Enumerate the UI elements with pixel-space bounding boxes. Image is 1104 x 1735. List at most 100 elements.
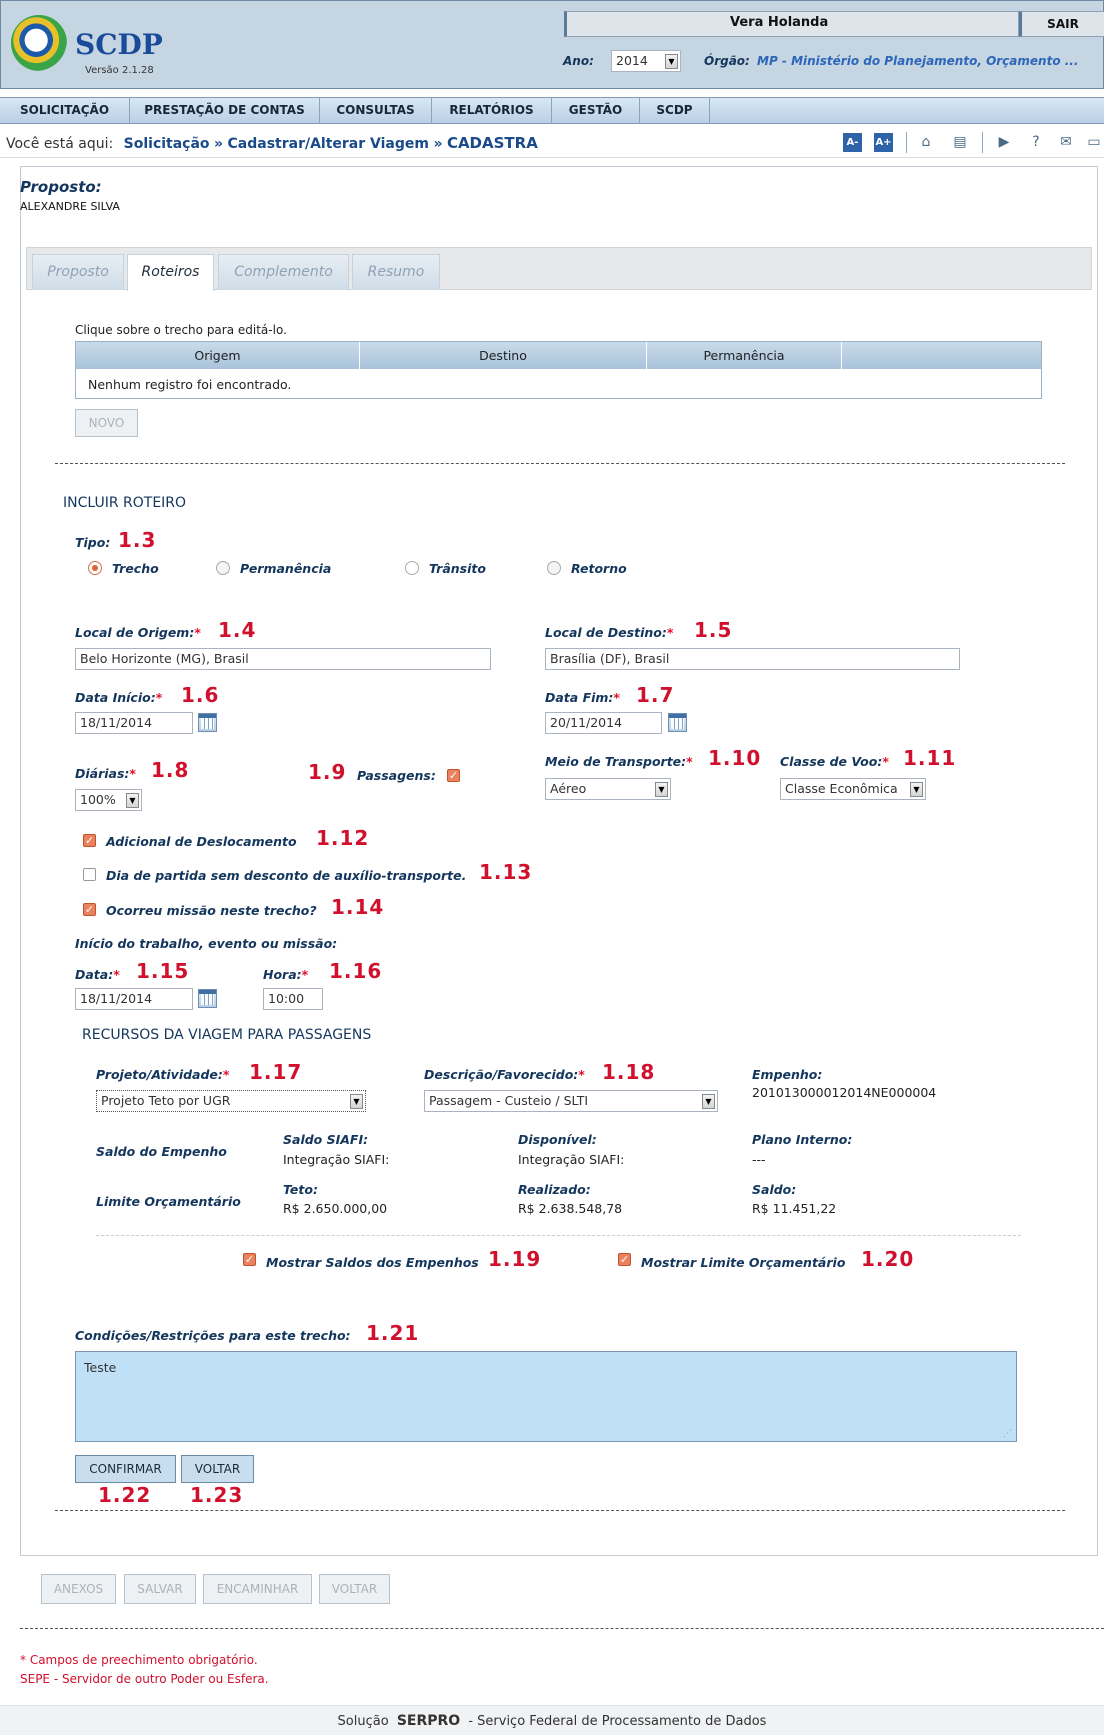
data-inicio-input[interactable]: 18/11/2014	[75, 712, 193, 734]
radio-permanencia[interactable]	[216, 561, 230, 575]
missao-label[interactable]: Ocorreu missão neste trecho?	[106, 903, 317, 918]
annotation-1-14: 1.14	[331, 895, 385, 919]
radio-transito-label[interactable]: Trânsito	[429, 561, 486, 576]
menu-prestacao-de-contas[interactable]: PRESTAÇÃO DE CONTAS	[130, 97, 320, 124]
data-input[interactable]: 18/11/2014	[75, 988, 193, 1010]
new-button[interactable]: NOVO	[75, 409, 138, 437]
diarias-select[interactable]: 100% ▼	[75, 789, 142, 811]
messages-icon[interactable]: ▤	[950, 133, 970, 152]
destino-input[interactable]: Brasília (DF), Brasil	[545, 648, 960, 670]
video-icon[interactable]: ▶	[994, 133, 1014, 152]
mostrar-limite-checkbox[interactable]: ✓	[618, 1253, 631, 1266]
orgao-link[interactable]: MP - Ministério do Planejamento, Orçamen…	[757, 54, 1078, 68]
meio-select[interactable]: Aéreo ▼	[545, 778, 671, 800]
classe-value: Classe Econômica	[785, 781, 898, 796]
encaminhar-button[interactable]: ENCAMINHAR	[203, 1574, 312, 1604]
classe-select[interactable]: Classe Econômica ▼	[780, 778, 926, 800]
home-icon[interactable]: ⌂	[916, 133, 936, 152]
mostrar-saldos-checkbox[interactable]: ✓	[243, 1253, 256, 1266]
condicoes-textarea[interactable]: Teste ⋰	[75, 1351, 1017, 1442]
breadcrumb-current: CADASTRA	[446, 134, 538, 152]
annotation-1-12: 1.12	[316, 826, 370, 850]
proposto-label: Proposto:	[20, 178, 102, 196]
breadcrumb-separator-icon: »	[433, 136, 443, 152]
adicional-checkbox[interactable]: ✓	[83, 834, 96, 847]
adicional-label[interactable]: Adicional de Deslocamento	[106, 834, 297, 849]
annotation-1-15: 1.15	[136, 959, 190, 983]
menu-gestao[interactable]: GESTÃO	[552, 97, 640, 124]
origem-input[interactable]: Belo Horizonte (MG), Brasil	[75, 648, 491, 670]
destino-label: Local de Destino:*	[545, 625, 673, 640]
annotation-1-11: 1.11	[903, 746, 957, 770]
radio-retorno[interactable]	[547, 561, 561, 575]
descricao-label-text: Descrição/Favorecido:	[424, 1067, 579, 1082]
footer-suffix: - Serviço Federal de Processamento de Da…	[468, 1714, 767, 1729]
annotation-1-5: 1.5	[694, 618, 733, 642]
toolbar-divider	[906, 132, 907, 153]
radio-trecho[interactable]	[88, 561, 102, 575]
projeto-select[interactable]: Projeto Teto por UGR ▼	[96, 1090, 366, 1112]
resize-handle-icon[interactable]: ⋰	[1003, 1429, 1012, 1439]
column-permanencia[interactable]: Permanência	[647, 342, 842, 369]
voltar-button[interactable]: VOLTAR	[319, 1574, 390, 1604]
tab-proposto[interactable]: Proposto	[32, 254, 124, 290]
font-increase-icon[interactable]: A+	[874, 133, 893, 152]
radio-retorno-label[interactable]: Retorno	[571, 561, 627, 576]
menu-consultas[interactable]: CONSULTAS	[320, 97, 432, 124]
passagens-checkbox[interactable]: ✓	[447, 769, 460, 782]
dia-partida-checkbox[interactable]	[83, 868, 96, 881]
version-text: Versão 2.1.28	[85, 65, 154, 76]
salvar-button[interactable]: SALVAR	[124, 1574, 196, 1604]
menu-solicitacao[interactable]: SOLICITAÇÃO	[0, 97, 130, 124]
calendar-icon[interactable]	[198, 713, 217, 732]
column-origem[interactable]: Origem	[76, 342, 360, 369]
diarias-value: 100%	[80, 792, 116, 807]
recursos-title: RECURSOS DA VIAGEM PARA PASSAGENS	[82, 1027, 372, 1043]
plano-label: Plano Interno:	[752, 1132, 853, 1147]
annotation-1-21: 1.21	[366, 1321, 420, 1345]
voltar-form-button[interactable]: VOLTAR	[181, 1455, 254, 1483]
required-mark: *	[666, 625, 674, 640]
data-fim-input[interactable]: 20/11/2014	[545, 712, 662, 734]
radio-permanencia-label[interactable]: Permanência	[240, 561, 331, 576]
mostrar-saldos-label[interactable]: Mostrar Saldos dos Empenhos	[266, 1255, 479, 1270]
radio-trecho-label[interactable]: Trecho	[112, 561, 159, 576]
mostrar-limite-label[interactable]: Mostrar Limite Orçamentário	[641, 1255, 845, 1270]
dia-partida-label[interactable]: Dia de partida sem desconto de auxílio-t…	[106, 868, 466, 883]
chat-icon[interactable]: ▭	[1084, 133, 1104, 152]
missao-checkbox[interactable]: ✓	[83, 903, 96, 916]
tab-resumo[interactable]: Resumo	[352, 254, 440, 290]
mail-icon[interactable]: ✉	[1056, 133, 1076, 152]
projeto-label-text: Projeto/Atividade:	[96, 1067, 223, 1082]
footer-prefix: Solução	[337, 1714, 389, 1729]
ano-select[interactable]: 2014 ▼	[611, 50, 681, 72]
descricao-select[interactable]: Passagem - Custeio / SLTI ▼	[424, 1090, 718, 1112]
radio-transito[interactable]	[405, 561, 419, 575]
logo[interactable]: SCDP Versão 2.1.28	[11, 13, 163, 78]
disponivel-value: Integração SIAFI:	[518, 1152, 625, 1167]
breadcrumb-solicitacao[interactable]: Solicitação	[124, 136, 210, 152]
breadcrumb-cadastrar[interactable]: Cadastrar/Alterar Viagem	[228, 136, 429, 152]
confirmar-button[interactable]: CONFIRMAR	[75, 1455, 176, 1483]
tab-complemento[interactable]: Complemento	[218, 254, 349, 290]
required-mark: *	[882, 754, 889, 769]
menu-scdp[interactable]: SCDP	[640, 97, 710, 124]
calendar-icon[interactable]	[198, 989, 217, 1008]
empenho-label: Empenho:	[752, 1067, 823, 1082]
tab-roteiros[interactable]: Roteiros	[127, 254, 214, 291]
font-decrease-icon[interactable]: A-	[843, 133, 862, 152]
column-destino[interactable]: Destino	[360, 342, 647, 369]
toolbar-divider	[982, 132, 983, 153]
help-icon[interactable]: ?	[1026, 133, 1046, 152]
page-divider	[20, 1628, 1104, 1629]
meio-value: Aéreo	[550, 781, 587, 796]
menu-relatorios[interactable]: RELATÓRIOS	[432, 97, 552, 124]
hora-input[interactable]: 10:00	[263, 988, 323, 1010]
saldo-value: R$ 11.451,22	[752, 1201, 837, 1216]
descricao-label: Descrição/Favorecido:*	[424, 1067, 585, 1082]
realizado-label: Realizado:	[518, 1182, 591, 1197]
logout-button[interactable]: SAIR	[1019, 11, 1104, 37]
anexos-button[interactable]: ANEXOS	[41, 1574, 116, 1604]
disponivel-label: Disponível:	[518, 1132, 597, 1147]
calendar-icon[interactable]	[668, 713, 687, 732]
